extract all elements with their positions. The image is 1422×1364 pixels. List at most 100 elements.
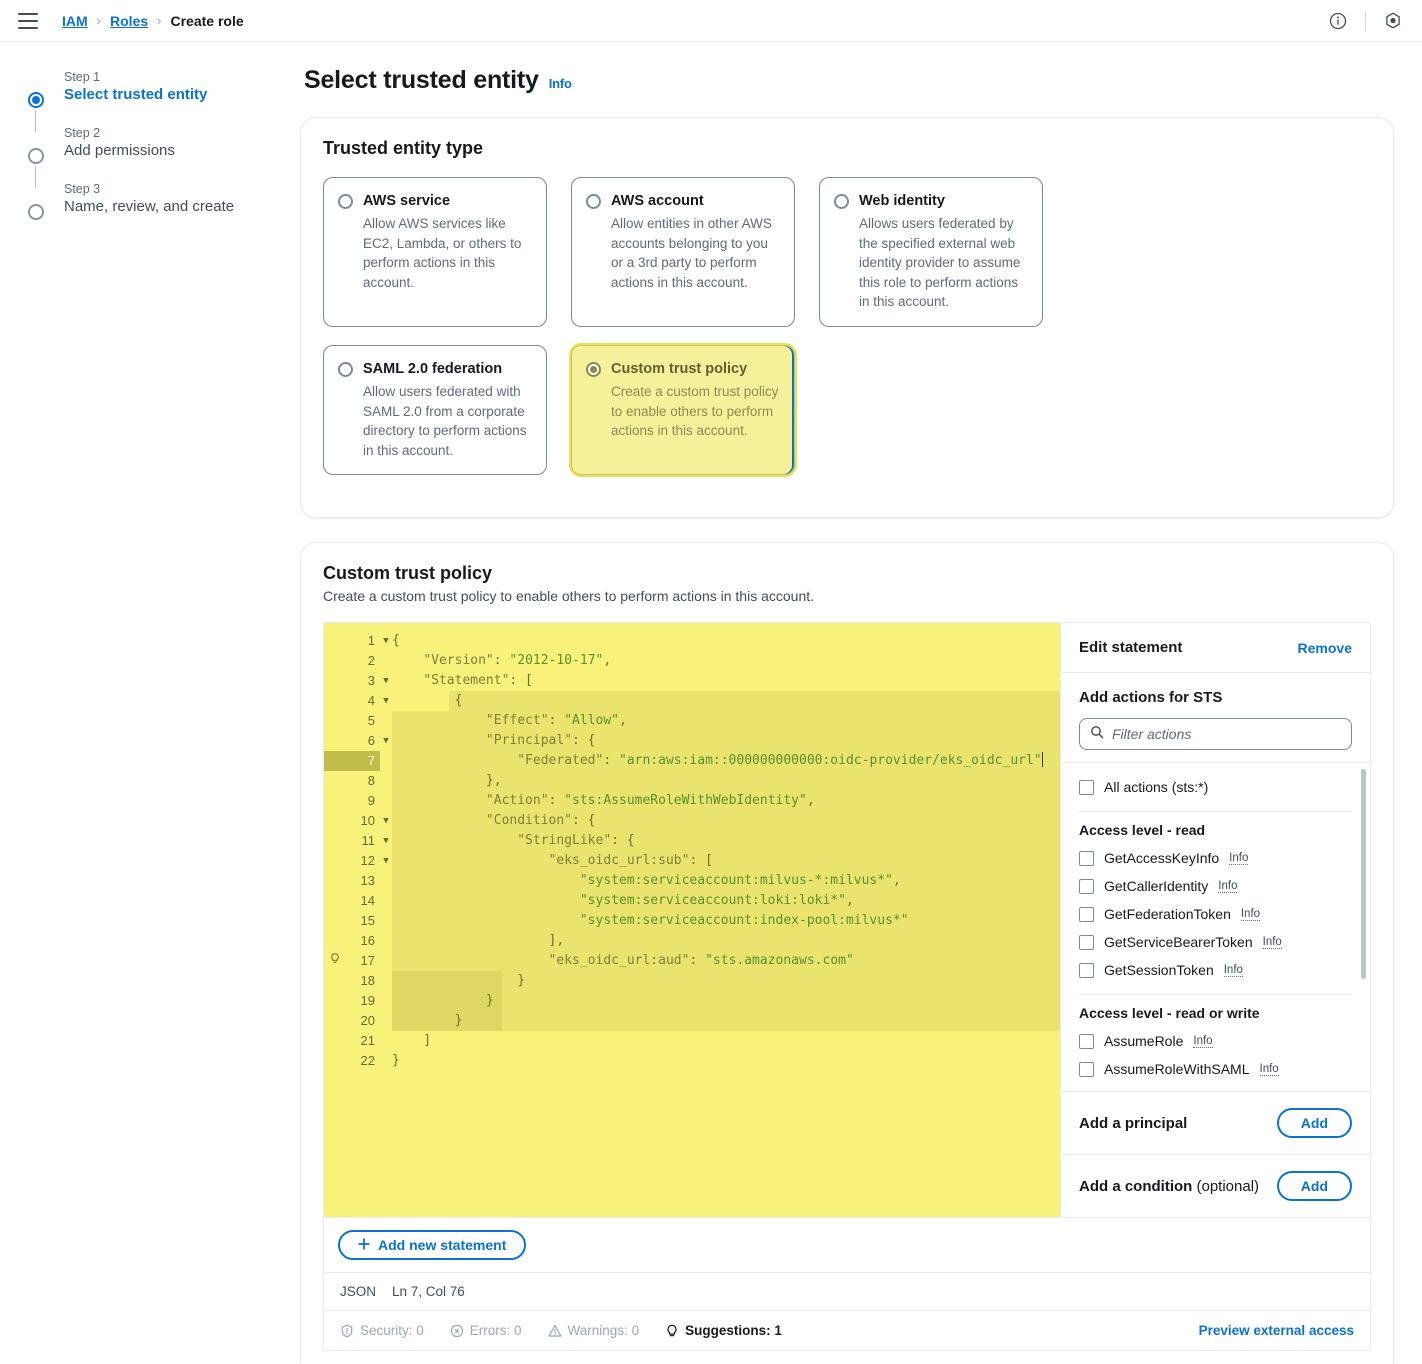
trusted-entity-option-aws-service[interactable]: AWS service Allow AWS services like EC2,… xyxy=(323,177,547,327)
trusted-entity-option-saml[interactable]: SAML 2.0 federation Allow users federate… xyxy=(323,344,547,476)
checkbox-icon[interactable] xyxy=(1079,934,1094,950)
hamburger-menu-icon[interactable] xyxy=(18,12,38,29)
code-line[interactable]: 16 ], xyxy=(324,931,1060,951)
fold-arrow-icon[interactable]: ▼ xyxy=(380,631,392,651)
fold-arrow-icon[interactable]: ▼ xyxy=(380,731,392,751)
list-divider xyxy=(1079,994,1352,996)
code-line[interactable]: 21 ] xyxy=(324,1031,1060,1051)
code-line-text: "Condition": { xyxy=(485,813,596,829)
fold-arrow-icon[interactable]: ▼ xyxy=(380,671,392,691)
code-line[interactable]: 6 ▼ "Principal": { xyxy=(324,731,1060,751)
json-code-editor[interactable]: 1 ▼{2 "Version": "2012-10-17", 3 ▼ "Stateme… xyxy=(324,623,1060,1218)
checkbox-assumerolewithsaml[interactable]: AssumeRoleWithSAML Info xyxy=(1079,1055,1352,1083)
checkbox-icon[interactable] xyxy=(1079,962,1094,978)
trusted-entity-option-aws-account[interactable]: AWS account Allow entities in other AWS … xyxy=(571,177,795,327)
code-line-text: "system:serviceaccount:index-pool:milvus… xyxy=(579,913,909,929)
diagnostic-warnings[interactable]: Warnings: 0 xyxy=(547,1323,640,1339)
checkbox-getsessiontoken[interactable]: GetSessionToken Info xyxy=(1079,956,1352,984)
checkbox-label: All actions (sts:*) xyxy=(1104,779,1209,796)
filter-actions-input[interactable]: Filter actions xyxy=(1079,718,1352,751)
actions-list-scrollbar[interactable] xyxy=(1361,769,1366,1085)
code-line[interactable]: 17 "eks_oidc_url:aud": "sts.amazonaws.co… xyxy=(324,951,1060,971)
code-line[interactable]: 19 } xyxy=(324,991,1060,1011)
code-line[interactable]: 8 }, xyxy=(324,771,1060,791)
diagnostic-warnings-label: Warnings: 0 xyxy=(567,1323,640,1339)
checkbox-icon[interactable] xyxy=(1079,779,1094,795)
code-line[interactable]: 14 "system:serviceaccount:loki:loki*", xyxy=(324,891,1060,911)
checkbox-assumerole[interactable]: AssumeRole Info xyxy=(1079,1027,1352,1055)
checkbox-label: GetAccessKeyInfo xyxy=(1104,850,1220,867)
fold-arrow-icon[interactable]: ▼ xyxy=(380,811,392,831)
radio-icon[interactable] xyxy=(586,194,601,209)
code-line[interactable]: 2 "Version": "2012-10-17", xyxy=(324,651,1060,671)
diagnostic-suggestions[interactable]: Suggestions: 1 xyxy=(665,1323,782,1338)
add-new-statement-button[interactable]: Add new statement xyxy=(338,1230,527,1261)
checkbox-getfederationtoken[interactable]: GetFederationToken Info xyxy=(1079,900,1352,928)
checkbox-icon[interactable] xyxy=(1079,850,1094,866)
info-link[interactable]: Info xyxy=(1193,1035,1213,1048)
code-line[interactable]: 5 "Effect": "Allow", xyxy=(324,711,1060,731)
sidebar-step-3[interactable]: Step 3 Name, review, and create xyxy=(28,182,284,238)
radio-icon[interactable] xyxy=(834,194,849,209)
page-title-info-link[interactable]: Info xyxy=(549,76,572,91)
checkbox-icon[interactable] xyxy=(1079,906,1094,922)
info-link[interactable]: Info xyxy=(1223,964,1243,977)
checkbox-icon[interactable] xyxy=(1079,1033,1094,1049)
checkbox-getaccesskeyinfo[interactable]: GetAccessKeyInfo Info xyxy=(1079,844,1352,872)
checkbox-getservicebearertoken[interactable]: GetServiceBearerToken Info xyxy=(1079,928,1352,956)
line-number: 19 xyxy=(324,991,380,1011)
breadcrumb-item-roles[interactable]: Roles xyxy=(110,13,148,29)
fold-arrow-icon[interactable]: ▼ xyxy=(380,831,392,851)
radio-icon[interactable] xyxy=(338,361,353,377)
wizard-sidebar: Step 1 Select trusted entity Step 2 Add … xyxy=(0,42,300,1364)
preview-external-access-link[interactable]: Preview external access xyxy=(1199,1323,1354,1338)
checkbox-label: GetCallerIdentity xyxy=(1104,878,1209,895)
checkbox-getcalleridentity[interactable]: GetCallerIdentity Info xyxy=(1079,872,1352,900)
code-line[interactable]: 1 ▼{ xyxy=(324,631,1060,651)
trusted-entity-option-custom-trust-policy[interactable]: Custom trust policy Create a custom trus… xyxy=(571,344,795,476)
info-circle-icon[interactable] xyxy=(1327,10,1349,32)
checkbox-icon[interactable] xyxy=(1079,878,1094,894)
checkbox-all-actions[interactable]: All actions (sts:*) xyxy=(1079,773,1352,801)
code-line[interactable]: 4 ▼ { xyxy=(324,691,1060,711)
code-line[interactable]: 7 "Federated": "arn:aws:iam::00000000000… xyxy=(324,751,1060,772)
lightbulb-icon[interactable] xyxy=(330,951,340,971)
code-line[interactable]: 18 } xyxy=(324,971,1060,991)
top-bar-actions xyxy=(1327,10,1404,32)
remove-statement-button[interactable]: Remove xyxy=(1298,640,1352,656)
actions-checkbox-list[interactable]: All actions (sts:*) Access level - read … xyxy=(1061,762,1370,1091)
diagnostic-errors[interactable]: Errors: 0 xyxy=(450,1323,522,1338)
code-line[interactable]: 13 "system:serviceaccount:milvus-*:milvu… xyxy=(324,871,1060,891)
line-number: 2 xyxy=(324,651,380,671)
code-line[interactable]: 10 ▼ "Condition": { xyxy=(324,811,1060,831)
checkbox-icon[interactable] xyxy=(1079,1061,1094,1077)
code-line[interactable]: 12 ▼ "eks_oidc_url:sub": [ xyxy=(324,851,1060,871)
scrollbar-thumb[interactable] xyxy=(1361,769,1366,980)
info-link[interactable]: Info xyxy=(1259,1063,1279,1076)
info-link[interactable]: Info xyxy=(1218,880,1238,893)
code-line[interactable]: 11 ▼ "StringLike": { xyxy=(324,831,1060,851)
info-link[interactable]: Info xyxy=(1240,908,1261,921)
fold-arrow-icon[interactable]: ▼ xyxy=(380,851,392,871)
code-line-text: } xyxy=(392,1013,463,1029)
code-line[interactable]: 22} xyxy=(324,1051,1060,1071)
add-condition-button[interactable]: Add xyxy=(1276,1171,1352,1202)
info-link[interactable]: Info xyxy=(1262,936,1282,949)
fold-arrow-icon[interactable]: ▼ xyxy=(380,691,392,711)
info-link[interactable]: Info xyxy=(1229,852,1249,865)
add-principal-button[interactable]: Add xyxy=(1276,1108,1352,1139)
code-line[interactable]: 20 } xyxy=(324,1011,1060,1031)
code-line[interactable]: 15 "system:serviceaccount:index-pool:mil… xyxy=(324,911,1060,931)
diagnostic-security[interactable]: Security: 0 xyxy=(340,1323,424,1338)
sidebar-step-2[interactable]: Step 2 Add permissions xyxy=(28,126,284,188)
code-line[interactable]: 9 "Action": "sts:AssumeRoleWithWebIdenti… xyxy=(324,791,1060,811)
code-line-text: }, xyxy=(392,773,502,789)
settings-hexagon-icon[interactable] xyxy=(1382,10,1404,32)
breadcrumb-item-iam[interactable]: IAM xyxy=(62,13,88,29)
radio-icon-selected[interactable] xyxy=(586,361,601,377)
radio-icon[interactable] xyxy=(338,194,353,209)
trusted-entity-option-web-identity[interactable]: Web identity Allows users federated by t… xyxy=(819,177,1043,327)
code-line[interactable]: 3 ▼ "Statement": [ xyxy=(324,671,1060,691)
sidebar-step-1[interactable]: Step 1 Select trusted entity xyxy=(28,70,284,132)
policy-editor: 1 ▼{2 "Version": "2012-10-17", 3 ▼ "Stateme… xyxy=(323,622,1371,1352)
